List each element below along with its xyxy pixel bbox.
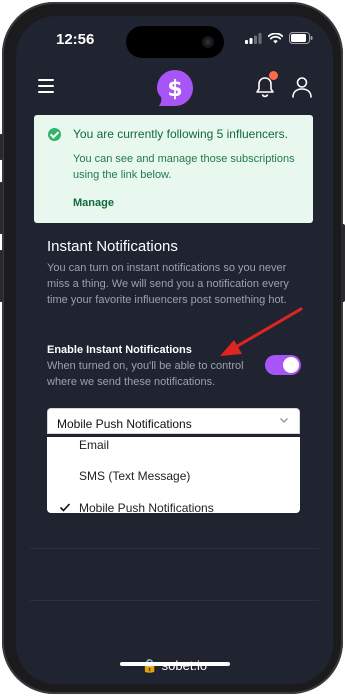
option-mobile-push[interactable]: Mobile Push Notifications xyxy=(47,495,300,513)
manage-link[interactable]: Manage xyxy=(73,197,114,209)
option-label: SMS (Text Message) xyxy=(79,469,191,483)
volume-down-button xyxy=(0,250,3,302)
status-time: 12:56 xyxy=(56,31,95,48)
dynamic-island xyxy=(126,26,224,58)
instant-notifications-toggle[interactable] xyxy=(265,355,301,375)
phone-frame: 12:56 $ You are currently following 5 in… xyxy=(0,2,345,694)
option-label: Mobile Push Notifications xyxy=(79,501,214,513)
select-dropdown: Email SMS (Text Message) Mobile Push Not… xyxy=(47,437,300,513)
option-sms[interactable]: SMS (Text Message) xyxy=(47,463,300,489)
dollar-logo-icon[interactable]: $ xyxy=(155,68,195,108)
checkmark-icon xyxy=(59,503,71,512)
browser-url: 🔒 sobet.io xyxy=(16,658,333,674)
toggle-label: Enable Instant Notifications xyxy=(47,344,192,356)
toggle-knob xyxy=(283,357,299,373)
option-email[interactable]: Email xyxy=(47,437,300,458)
status-icons xyxy=(245,32,313,44)
home-indicator xyxy=(120,662,230,666)
power-button xyxy=(341,224,345,302)
select-value: Mobile Push Notifications xyxy=(57,417,192,431)
notification-channel-select[interactable]: Mobile Push Notifications xyxy=(47,408,300,434)
menu-icon[interactable] xyxy=(38,79,54,93)
notification-dot xyxy=(269,71,278,80)
alert-title: You are currently following 5 influencer… xyxy=(73,127,289,141)
signal-icon xyxy=(245,32,262,44)
chevron-down-icon xyxy=(279,417,289,424)
battery-icon xyxy=(289,32,313,44)
screen: 12:56 $ You are currently following 5 in… xyxy=(16,16,333,684)
volume-up-button xyxy=(0,182,3,234)
divider xyxy=(30,600,319,601)
check-circle-icon xyxy=(48,128,61,141)
toggle-description: When turned on, you'll be able to contro… xyxy=(47,360,244,388)
user-icon[interactable] xyxy=(291,76,313,98)
section-title: Instant Notifications xyxy=(47,238,178,255)
divider xyxy=(30,548,319,549)
alert-message: You can see and manage those subscriptio… xyxy=(73,153,295,181)
svg-text:$: $ xyxy=(167,77,182,102)
wifi-icon xyxy=(268,32,283,43)
following-alert: You are currently following 5 influencer… xyxy=(34,115,313,223)
action-button xyxy=(0,134,3,160)
option-label: Email xyxy=(79,438,110,452)
section-description: You can turn on instant notifications so… xyxy=(47,262,289,306)
camera-icon xyxy=(202,36,214,48)
